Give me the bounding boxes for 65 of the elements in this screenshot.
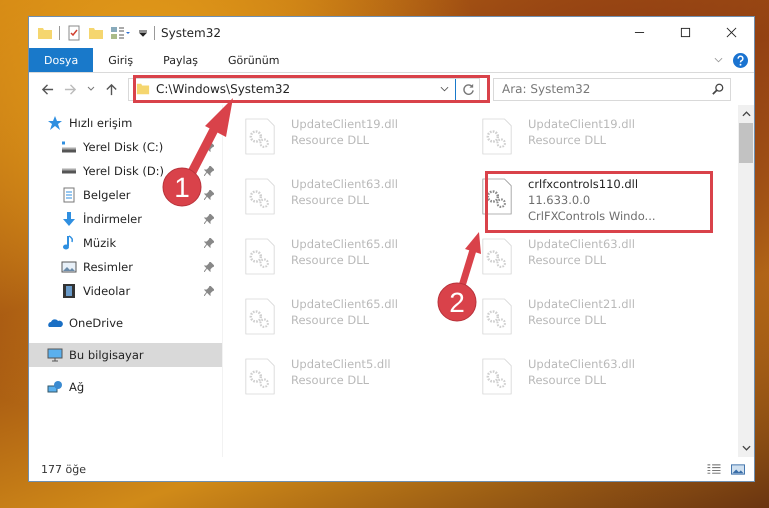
chevron-down-icon[interactable] [87, 86, 95, 92]
chevron-down-icon[interactable] [440, 86, 449, 92]
sidebar-item[interactable]: Belgeler [83, 188, 131, 202]
large-icons-view-icon[interactable] [730, 462, 746, 476]
folder-icon [136, 82, 150, 96]
file-detail: Resource DLL [528, 312, 608, 328]
file-detail: Resource DLL [528, 132, 608, 148]
ribbon-tab[interactable]: Görünüm [213, 48, 294, 72]
refresh-icon[interactable] [462, 82, 475, 96]
gear-file-icon[interactable] [482, 178, 512, 215]
sidebar-item[interactable]: Müzik [83, 236, 116, 250]
star-icon [47, 115, 63, 131]
item-count: 177 öğe [41, 462, 86, 476]
ribbon-tab[interactable]: Dosya [29, 48, 94, 72]
up-arrow-icon[interactable] [105, 82, 118, 96]
close-icon [726, 27, 736, 38]
annotation-arrow [458, 232, 481, 288]
file-detail: Resource DLL [528, 252, 608, 268]
computer-icon [47, 347, 63, 363]
file-detail: CrlFXControls Windo... [528, 208, 656, 224]
search-icon [712, 82, 724, 94]
ribbon-tab[interactable]: Giriş [93, 48, 148, 72]
sidebar-item[interactable]: Yerel Disk (C:) [83, 140, 164, 154]
picture-icon [61, 259, 77, 275]
address-path: C:\Windows\System32 [156, 82, 292, 96]
annotation-badge: 1 [162, 168, 202, 206]
sidebar-item[interactable]: İndirmeler [83, 212, 142, 226]
scroll-thumb[interactable] [739, 123, 753, 163]
details-view-icon[interactable] [706, 462, 722, 476]
file-detail: Resource DLL [291, 372, 370, 388]
sidebar-item[interactable]: OneDrive [69, 316, 124, 330]
sidebar-item[interactable]: Ağ [69, 380, 84, 394]
document-icon [61, 187, 77, 203]
address-bar[interactable]: C:\Windows\System32 [128, 78, 480, 100]
window-title: System32 [161, 26, 222, 40]
drive-icon [61, 139, 77, 155]
sidebar-item[interactable]: Videolar [83, 284, 130, 298]
drive-icon [61, 168, 77, 174]
checklist-icon[interactable] [66, 24, 82, 40]
file-detail: 11.633.0.0 [528, 192, 592, 208]
sidebar-item[interactable]: Hızlı erişim [69, 116, 132, 130]
film-icon [61, 283, 77, 299]
back-arrow-icon[interactable] [41, 82, 54, 96]
file-name[interactable]: crlfxcontrols110.dll [528, 176, 656, 192]
sidebar-item[interactable]: Bu bilgisayar [69, 348, 144, 362]
scroll-up-icon[interactable] [742, 111, 750, 117]
file-detail: Resource DLL [291, 312, 370, 328]
forward-arrow-icon[interactable] [64, 82, 77, 96]
file-detail: Resource DLL [528, 372, 608, 388]
search-field[interactable]: Ara: System32 [493, 78, 731, 100]
dropdown-caret-icon[interactable] [138, 28, 148, 38]
maximize-icon [680, 27, 690, 38]
scrollbar[interactable] [738, 105, 754, 457]
file-detail: Resource DLL [291, 252, 370, 268]
sidebar-item[interactable]: Resimler [83, 260, 133, 274]
network-icon [47, 379, 63, 395]
ribbon-tab[interactable]: Paylaş [148, 48, 213, 72]
properties-icon[interactable] [110, 24, 132, 40]
file-detail: Resource DLL [291, 132, 370, 148]
scroll-down-icon[interactable] [742, 445, 750, 451]
sidebar-item[interactable]: Yerel Disk (D:) [83, 164, 164, 178]
download-icon [61, 211, 77, 227]
annotation-badge: 2 [438, 282, 476, 322]
file-detail: Resource DLL [291, 192, 370, 208]
help-icon[interactable] [733, 52, 748, 68]
